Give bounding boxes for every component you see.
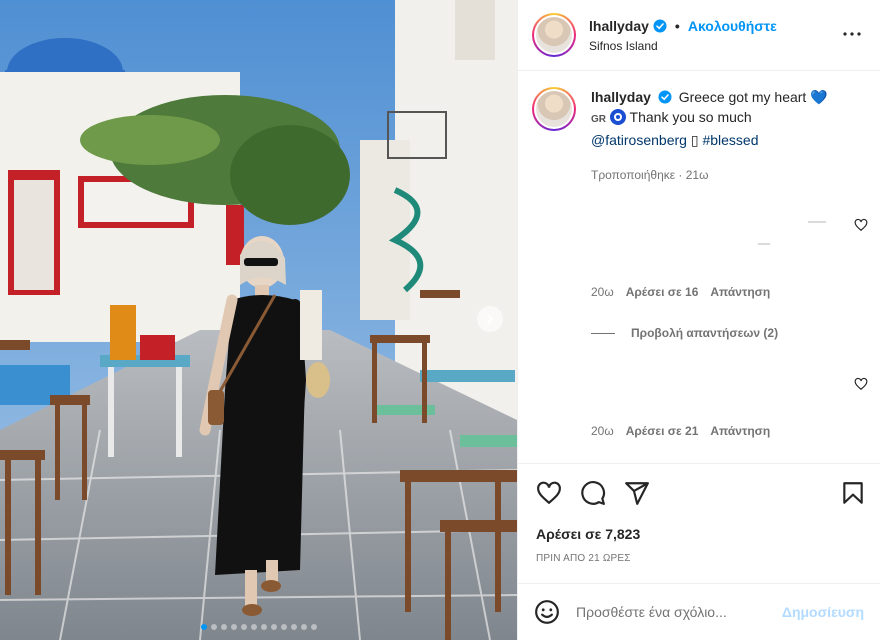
comment-reply-button[interactable]: Απάντηση (710, 424, 770, 438)
carousel-indicators (0, 624, 517, 630)
post-details-panel: lhallyday • Ακολουθήστε Sifnos Island lh… (517, 0, 880, 640)
post-timestamp: ΠΡΙΝ ΑΠΟ 21 ΩΡΕΣ (536, 553, 631, 564)
post-comment-button[interactable]: Δημοσίευση (782, 604, 864, 620)
replies-divider (591, 332, 615, 334)
carousel-dot (240, 624, 247, 630)
comment-likes[interactable]: Αρέσει σε 21 (626, 424, 699, 438)
carousel-dot (290, 624, 297, 630)
post-header: lhallyday • Ακολουθήστε Sifnos Island (518, 0, 880, 71)
verified-badge-icon (653, 19, 667, 32)
post-location[interactable]: Sifnos Island (589, 39, 777, 53)
carousel-dot (230, 624, 237, 630)
mention-link[interactable]: @fatirosenberg (591, 132, 687, 148)
comment-reply-button[interactable]: Απάντηση (710, 285, 770, 299)
verified-badge-icon (658, 90, 672, 104)
faded-comment-text (758, 243, 770, 245)
caption-text-line2: Thank you so much (629, 109, 752, 125)
carousel-next-button[interactable] (477, 306, 503, 332)
comment-likes[interactable]: Αρέσει σε 16 (626, 285, 699, 299)
hashtag-link[interactable]: #blessed (702, 132, 758, 148)
comments-section[interactable]: lhallyday Greece got my heart 💙 GR Thank… (518, 71, 880, 463)
avatar-image (536, 17, 572, 53)
carousel-dot (220, 624, 227, 630)
comment-time: 20ω (591, 285, 614, 299)
more-options-button[interactable] (840, 22, 864, 46)
carousel-dot (210, 624, 217, 630)
author-avatar[interactable] (532, 13, 576, 57)
greece-flag-icon: GR (591, 114, 606, 125)
caption: lhallyday Greece got my heart 💙 GR Thank… (532, 87, 846, 150)
carousel-dot (260, 624, 267, 630)
comment-meta: 20ω Αρέσει σε 21 Απάντηση (591, 424, 770, 438)
caption-avatar[interactable] (532, 87, 576, 131)
chevron-right-icon (487, 314, 494, 324)
comment-like-heart-icon[interactable] (854, 377, 868, 391)
caption-edited-time: Τροποποιήθηκε · 21ω (591, 168, 709, 182)
view-replies-button[interactable]: Προβολή απαντήσεων (2) (591, 326, 778, 340)
add-comment-bar: Δημοσίευση (518, 583, 880, 640)
likes-count[interactable]: Αρέσει σε 7,823 (536, 526, 640, 542)
missing-glyph: ▯ (690, 132, 699, 148)
emoji-smiley-icon[interactable] (534, 599, 560, 625)
caption-text-line1: Greece got my heart (678, 89, 807, 105)
follow-button[interactable]: Ακολουθήστε (688, 18, 777, 34)
instagram-post-modal: lhallyday • Ακολουθήστε Sifnos Island lh… (0, 0, 880, 640)
photo-scene-image (0, 0, 517, 640)
carousel-dot (300, 624, 307, 630)
save-bookmark-icon[interactable] (840, 480, 866, 506)
carousel-dot (250, 624, 257, 630)
comment-input[interactable] (576, 604, 782, 620)
view-replies-label: Προβολή απαντήσεων (2) (631, 326, 779, 340)
comment-like-heart-icon[interactable] (854, 218, 868, 232)
caption-username[interactable]: lhallyday (591, 89, 651, 105)
faded-comment-text (808, 221, 826, 223)
carousel-dot (270, 624, 277, 630)
blue-heart-icon: 💙 (810, 89, 828, 105)
comment-time: 20ω (591, 424, 614, 438)
like-heart-icon[interactable] (536, 480, 562, 506)
post-photo[interactable] (0, 0, 517, 640)
comment-meta: 20ω Αρέσει σε 16 Απάντηση (591, 285, 770, 299)
avatar-image (536, 91, 572, 127)
nazar-amulet-icon (609, 109, 626, 125)
share-send-icon[interactable] (624, 480, 650, 506)
separator-dot: • (674, 17, 680, 34)
comment-bubble-icon[interactable] (580, 480, 606, 506)
post-actions: Αρέσει σε 7,823 ΠΡΙΝ ΑΠΟ 21 ΩΡΕΣ (518, 463, 880, 583)
carousel-dot (200, 624, 207, 630)
carousel-dot (310, 624, 317, 630)
author-username[interactable]: lhallyday (589, 18, 649, 34)
more-horizontal-icon (843, 32, 861, 36)
carousel-dot (280, 624, 287, 630)
